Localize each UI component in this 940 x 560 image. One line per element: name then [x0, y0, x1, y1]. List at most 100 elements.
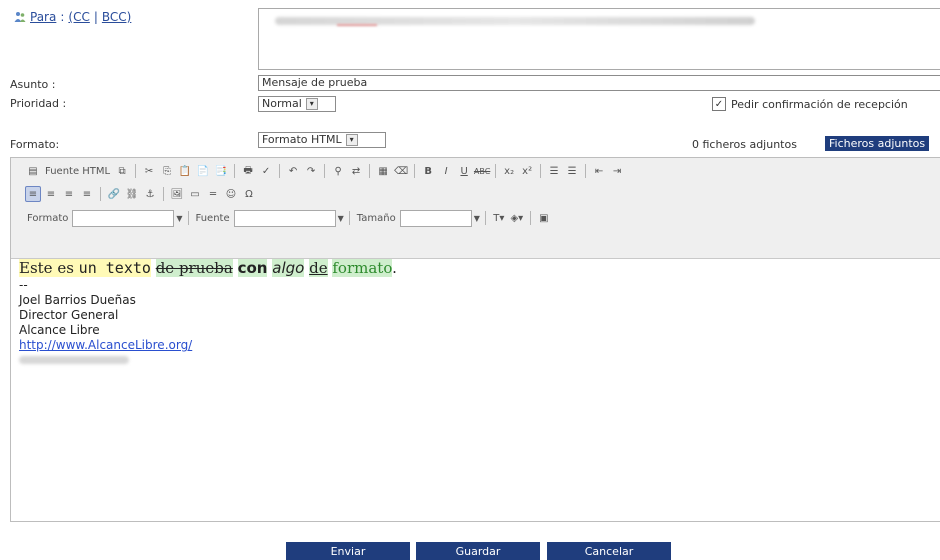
horizontal-rule-icon[interactable]: ═ — [205, 186, 221, 202]
cancel-button[interactable]: Cancelar — [547, 542, 671, 560]
cut-icon[interactable]: ✂ — [141, 163, 157, 179]
colored-segment: formato — [332, 259, 393, 277]
receipt-checkbox[interactable]: ✓ — [712, 97, 726, 111]
paste-text-icon[interactable]: 📄 — [195, 163, 211, 179]
source-icon[interactable]: ▤ — [25, 163, 41, 179]
attachments-button[interactable]: Ficheros adjuntos — [825, 136, 930, 151]
priority-label: Prioridad : — [10, 97, 67, 110]
rich-text-editor: ▤ Fuente HTML ⧉ ✂ ⎘ 📋 📄 📑 🖶 ✓ ↶ ↷ ⚲ ⇄ ▦ … — [10, 157, 940, 522]
cc-link[interactable]: (CC — [68, 10, 89, 24]
receipt-option[interactable]: ✓ Pedir confirmación de recepción — [712, 97, 908, 111]
toolbar-divider — [135, 164, 137, 178]
preview-icon[interactable]: ⧉ — [114, 163, 130, 179]
para-link[interactable]: Para — [30, 10, 56, 24]
align-right-icon[interactable]: ≡ — [61, 186, 77, 202]
table-icon[interactable]: ▭ — [187, 186, 203, 202]
italic-segment: algo — [272, 259, 305, 277]
toolbar-divider — [414, 164, 416, 178]
format-select[interactable]: Formato HTML ▾ — [258, 132, 386, 148]
link-icon[interactable]: 🔗 — [106, 186, 122, 202]
signature-title: Director General — [19, 308, 119, 322]
bold-button[interactable]: B — [420, 163, 436, 179]
paste-icon[interactable]: 📋 — [177, 163, 193, 179]
print-icon[interactable]: 🖶 — [240, 163, 256, 179]
font-combo[interactable]: ▼ — [233, 209, 344, 227]
receipt-label: Pedir confirmación de recepción — [731, 97, 908, 111]
toolbar-divider — [484, 211, 486, 225]
chevron-down-icon: ▾ — [345, 134, 358, 146]
special-char-icon[interactable]: Ω — [241, 186, 257, 202]
format-combo[interactable]: ▼ — [72, 209, 183, 227]
format-select-value: Formato HTML — [262, 133, 342, 146]
underline-button[interactable]: U — [456, 163, 472, 179]
font-combo-box[interactable] — [233, 209, 336, 227]
image-icon[interactable]: 🖼 — [169, 186, 185, 202]
redo-icon[interactable]: ↷ — [303, 163, 319, 179]
anchor-icon[interactable]: ⚓ — [142, 186, 158, 202]
replace-icon[interactable]: ⇄ — [348, 163, 364, 179]
format-combo-box[interactable] — [72, 209, 175, 227]
people-icon — [14, 12, 26, 22]
redacted-recipients-underline — [337, 24, 377, 26]
subject-label: Asunto : — [10, 78, 56, 91]
text-color-icon[interactable]: T▾ — [491, 210, 507, 226]
signature-name: Joel Barrios Dueñas — [19, 293, 136, 307]
size-combo[interactable]: ▼ — [399, 209, 480, 227]
sentence-period: . — [392, 259, 397, 277]
background-color-icon[interactable]: ◈▾ — [509, 210, 525, 226]
toolbar-divider — [324, 164, 326, 178]
select-all-icon[interactable]: ▦ — [375, 163, 391, 179]
bulleted-list-icon[interactable]: ☰ — [564, 163, 580, 179]
save-button[interactable]: Guardar — [416, 542, 540, 560]
remove-format-icon[interactable]: ⌫ — [393, 163, 409, 179]
undo-icon[interactable]: ↶ — [285, 163, 301, 179]
toolbar-divider — [529, 211, 531, 225]
about-icon[interactable]: ▣ — [536, 210, 552, 226]
editor-content[interactable]: Este es un texto de prueba con algo de f… — [19, 259, 397, 364]
priority-select-value: Normal — [262, 97, 302, 110]
signature-link[interactable]: http://www.AlcanceLibre.org/ — [19, 338, 192, 352]
subscript-icon[interactable]: x₂ — [501, 163, 517, 179]
chevron-down-icon[interactable]: ▼ — [338, 214, 344, 223]
toolbar-divider — [279, 164, 281, 178]
editor-toolbar: ▤ Fuente HTML ⧉ ✂ ⎘ 📋 📄 📑 🖶 ✓ ↶ ↷ ⚲ ⇄ ▦ … — [11, 158, 940, 259]
numbered-list-icon[interactable]: ☰ — [546, 163, 562, 179]
toolbar-divider — [369, 164, 371, 178]
signature: -- Joel Barrios Dueñas Director General … — [19, 278, 397, 364]
toolbar-divider — [187, 211, 189, 225]
unlink-icon[interactable]: ⛓ — [124, 186, 140, 202]
strikethrough-button[interactable]: ABC — [474, 163, 490, 179]
align-left-icon[interactable]: ≡ — [25, 186, 41, 202]
copy-icon[interactable]: ⎘ — [159, 163, 175, 179]
superscript-icon[interactable]: x² — [519, 163, 535, 179]
underlined-segment: de — [309, 259, 328, 277]
find-icon[interactable]: ⚲ — [330, 163, 346, 179]
paste-word-icon[interactable]: 📑 — [213, 163, 229, 179]
align-justify-icon[interactable]: ≡ — [79, 186, 95, 202]
format-combo-label: Formato — [27, 212, 69, 224]
italic-button[interactable]: I — [438, 163, 454, 179]
toolbar-divider — [585, 164, 587, 178]
recipients-textarea[interactable] — [258, 8, 940, 70]
attachments-count: 0 ficheros adjuntos — [692, 138, 797, 151]
subject-input[interactable]: Mensaje de prueba — [258, 75, 940, 91]
signature-organization: Alcance Libre — [19, 323, 100, 337]
size-combo-box[interactable] — [399, 209, 472, 227]
send-button[interactable]: Enviar — [286, 542, 410, 560]
redacted-signature-line — [19, 356, 129, 364]
align-center-icon[interactable]: ≡ — [43, 186, 59, 202]
toolbar-divider — [163, 187, 164, 201]
source-button[interactable]: Fuente HTML — [43, 166, 112, 177]
smiley-icon[interactable]: ☺ — [223, 186, 239, 202]
bcc-link[interactable]: BCC) — [102, 10, 131, 24]
toolbar-divider — [234, 164, 236, 178]
outdent-icon[interactable]: ⇤ — [591, 163, 607, 179]
spellcheck-icon[interactable]: ✓ — [258, 163, 274, 179]
chevron-down-icon[interactable]: ▼ — [474, 214, 480, 223]
font-combo-label: Fuente — [195, 212, 230, 224]
signature-separator: -- — [19, 278, 28, 292]
indent-icon[interactable]: ⇥ — [609, 163, 625, 179]
priority-select[interactable]: Normal ▾ — [258, 96, 336, 112]
monospace-segment: un texto — [78, 259, 151, 277]
chevron-down-icon[interactable]: ▼ — [176, 214, 182, 223]
